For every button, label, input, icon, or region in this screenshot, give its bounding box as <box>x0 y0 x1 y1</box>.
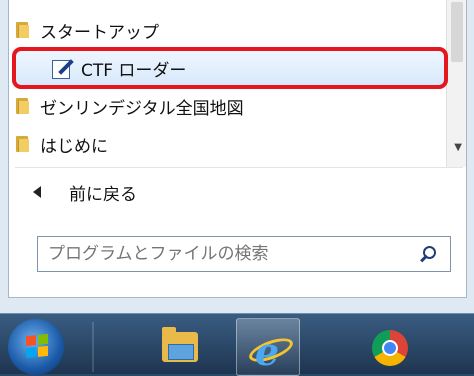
search-box[interactable] <box>37 236 451 272</box>
internet-explorer-icon: e <box>246 329 296 374</box>
scroll-down-icon[interactable]: ▼ <box>454 142 462 153</box>
menu-divider <box>15 167 463 168</box>
folder-icon <box>16 136 29 152</box>
back-button-label: 前に戻る <box>69 184 137 205</box>
list-item-getting-started[interactable]: はじめに <box>9 126 449 162</box>
list-item-zenrin-map[interactable]: ゼンリンデジタル全国地図 <box>9 88 449 124</box>
list-item-label: はじめに <box>40 136 108 157</box>
scrollbar-thumb[interactable] <box>451 2 463 62</box>
start-button[interactable] <box>8 319 64 375</box>
taskbar: e <box>0 313 474 376</box>
taskbar-ie-button[interactable]: e <box>236 318 300 376</box>
list-item-label: スタートアップ <box>40 22 159 43</box>
start-menu-frame: スタートアップ CTF ローダー ゼンリンデジタル全国地図 はじめに ▼ 前に戻… <box>0 0 474 313</box>
list-item-label: ゼンリンデジタル全国地図 <box>40 98 244 119</box>
search-icon[interactable] <box>418 245 438 265</box>
taskbar-explorer-button[interactable] <box>148 318 210 374</box>
taskbar-divider <box>92 322 94 372</box>
start-menu-panel: スタートアップ CTF ローダー ゼンリンデジタル全国地図 はじめに ▼ 前に戻… <box>8 0 467 298</box>
list-item-startup[interactable]: スタートアップ <box>9 12 449 48</box>
highlight-annotation <box>12 47 448 89</box>
back-button[interactable]: 前に戻る <box>9 175 137 209</box>
search-input[interactable] <box>38 243 410 265</box>
windows-logo-icon <box>26 333 48 359</box>
back-arrow-icon <box>33 186 41 198</box>
folder-icon <box>16 98 29 114</box>
chrome-icon <box>372 330 408 366</box>
folder-icon <box>16 22 29 38</box>
list-scrollbar[interactable]: ▼ <box>446 0 466 167</box>
taskbar-chrome-button[interactable] <box>358 318 420 374</box>
folder-icon <box>162 327 198 362</box>
